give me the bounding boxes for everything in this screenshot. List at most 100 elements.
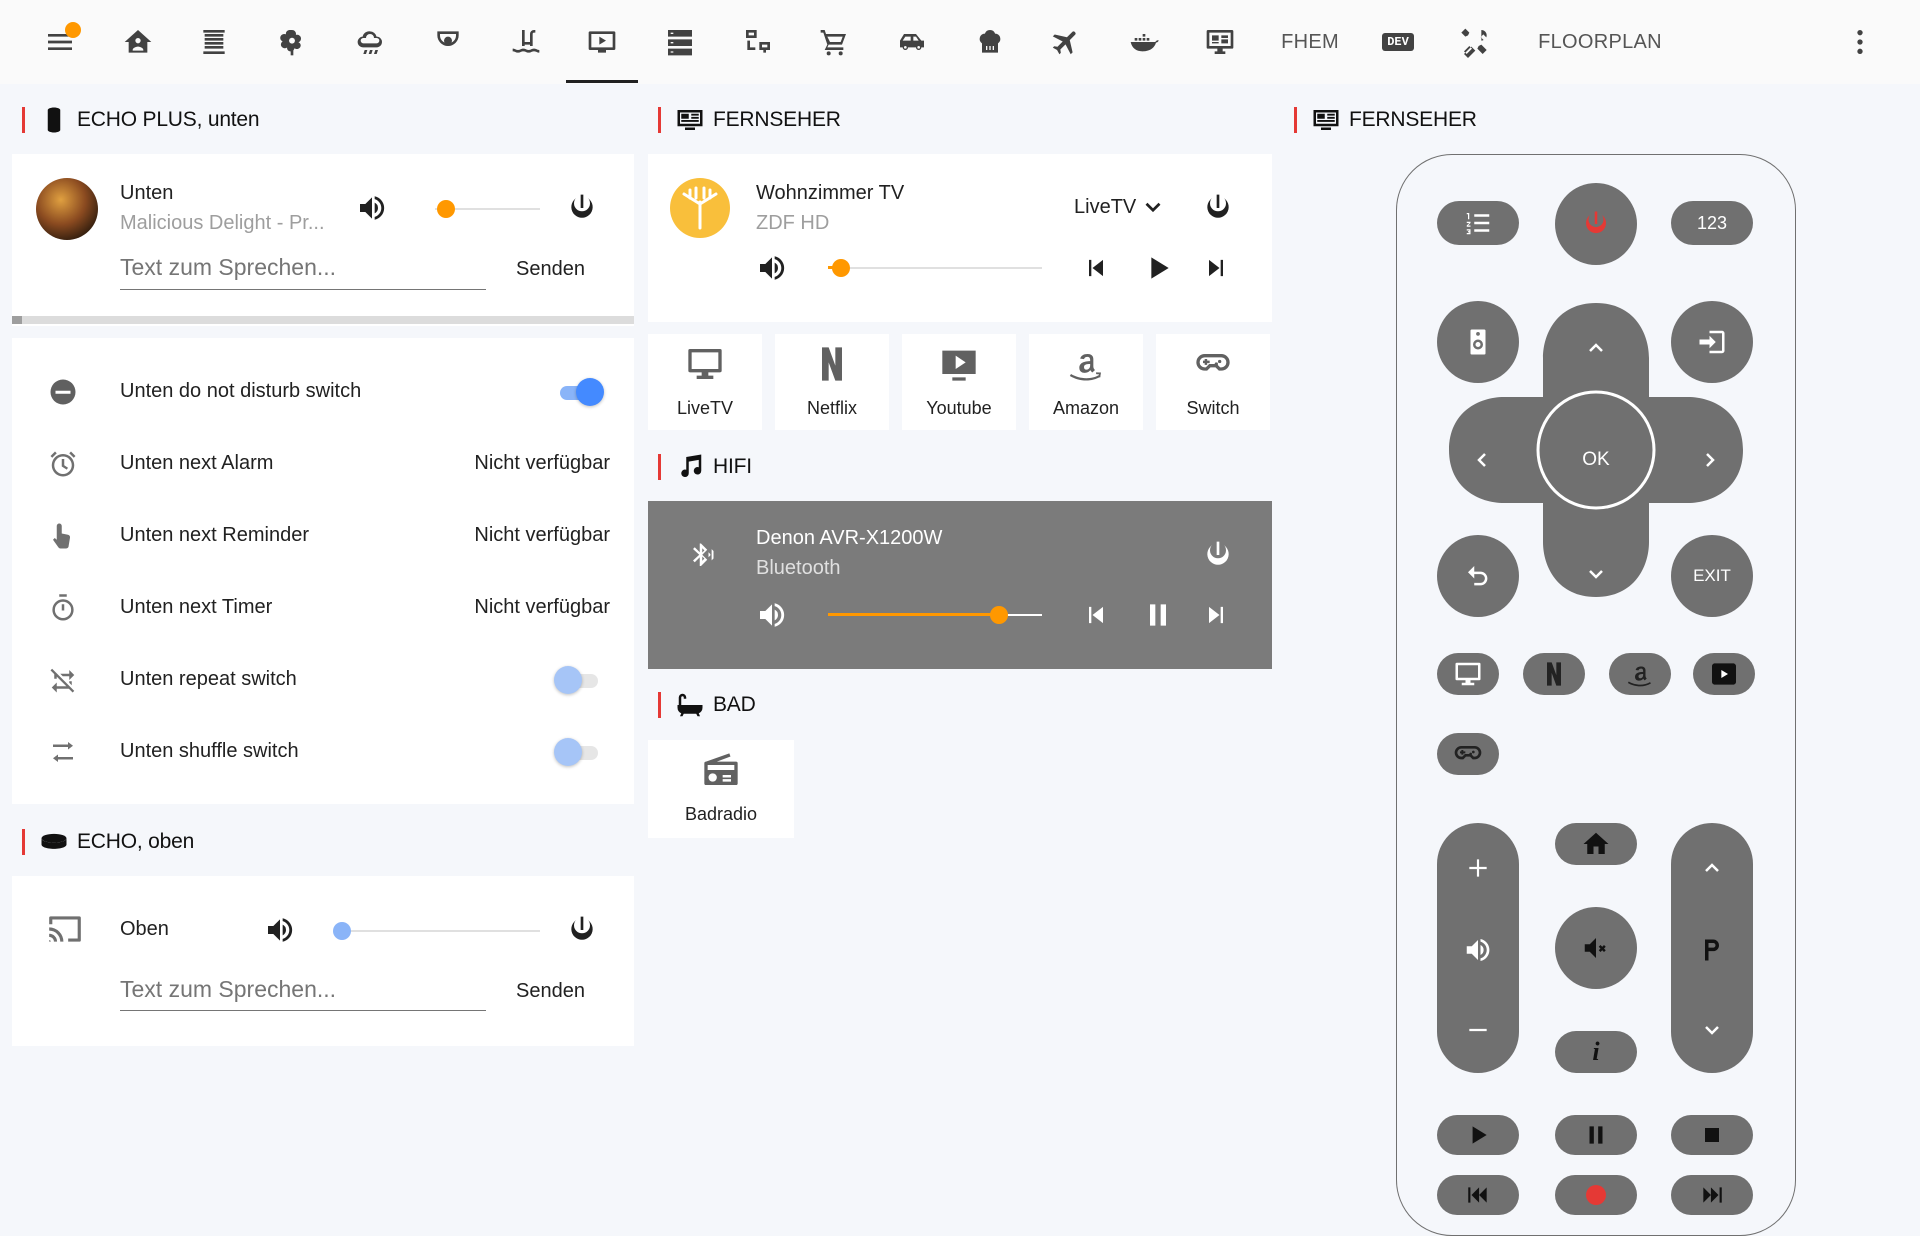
section-accent [658, 692, 661, 718]
volume-icon[interactable] [264, 914, 296, 946]
remote-play-button[interactable] [1437, 1115, 1519, 1155]
dev-tab[interactable]: DEV [1374, 0, 1422, 84]
home-button[interactable] [1555, 823, 1637, 865]
power-icon[interactable] [1202, 539, 1234, 571]
progress-bar [12, 316, 634, 324]
shortcut-netflix[interactable]: Netflix [775, 334, 889, 430]
channel-up-button[interactable] [1689, 845, 1735, 891]
remote-record-button[interactable] [1555, 1175, 1637, 1215]
entity-name: Unten next Alarm [120, 452, 274, 474]
antenna-logo-icon [670, 178, 730, 238]
info-button[interactable]: i [1555, 1031, 1637, 1073]
network-icon[interactable] [734, 0, 782, 84]
skip-previous-icon[interactable] [1082, 601, 1110, 629]
volume-icon[interactable] [756, 252, 788, 284]
volume-down-button[interactable] [1455, 1007, 1501, 1053]
pause-icon[interactable] [1142, 599, 1174, 631]
power-icon[interactable] [566, 192, 598, 224]
tts-input-underline [120, 1010, 486, 1011]
remote-rewind-button[interactable] [1437, 1175, 1519, 1215]
pool-icon[interactable] [502, 0, 550, 84]
remote-stop-button[interactable] [1671, 1115, 1753, 1155]
fhem-tab[interactable]: FHEM [1270, 0, 1350, 84]
home-account-icon[interactable] [114, 0, 162, 84]
send-button[interactable]: Senden [516, 258, 585, 281]
stop-icon [1705, 1128, 1719, 1142]
play-icon[interactable] [1142, 252, 1174, 284]
entity-name: Unten do not disturb switch [120, 380, 362, 402]
gamepad-icon [1454, 746, 1482, 760]
remote-pause-button[interactable] [1555, 1115, 1637, 1155]
remote-youtube-button[interactable] [1693, 653, 1755, 695]
weather-icon[interactable] [346, 0, 394, 84]
remote-livetv-button[interactable] [1437, 653, 1499, 695]
remote-amazon-button[interactable] [1609, 653, 1671, 695]
slider-knob[interactable] [333, 922, 352, 940]
floorplan-tab[interactable]: FLOORPLAN [1530, 0, 1670, 84]
airplane-icon[interactable] [1042, 0, 1090, 84]
monitor-dashboard-icon[interactable] [1196, 0, 1244, 84]
menu-list-button[interactable] [1437, 201, 1519, 245]
television-play-icon[interactable] [578, 0, 626, 84]
hifi-section-title: HIFI [658, 447, 752, 487]
track-title: Malicious Delight - Pr... [120, 212, 325, 234]
blinds-icon[interactable] [190, 0, 238, 84]
shortcut-youtube[interactable]: Youtube [902, 334, 1016, 430]
shortcut-livetv[interactable]: LiveTV [648, 334, 762, 430]
dpad-up-button[interactable] [1579, 331, 1613, 365]
slider-knob[interactable] [990, 606, 1009, 624]
volume-label [1455, 927, 1501, 973]
more-vert-icon[interactable] [1838, 0, 1882, 84]
docker-icon[interactable] [1120, 0, 1168, 84]
power-icon[interactable] [566, 914, 598, 946]
mute-button[interactable] [1555, 907, 1637, 989]
channel-name: ZDF HD [756, 212, 830, 234]
ok-button[interactable]: OK [1542, 406, 1650, 514]
dpad-down-button[interactable] [1579, 557, 1613, 591]
volume-icon[interactable] [756, 599, 788, 631]
dpad-left-button[interactable] [1465, 443, 1499, 477]
skip-previous-icon[interactable] [1082, 254, 1110, 282]
skip-next-icon[interactable] [1202, 254, 1230, 282]
security-camera-icon[interactable] [424, 0, 472, 84]
slider-knob[interactable] [831, 259, 850, 277]
entity-value: Nicht verfügbar [474, 452, 610, 474]
skip-next-icon[interactable] [1202, 601, 1230, 629]
dnd-toggle[interactable] [554, 378, 604, 406]
menu-icon[interactable] [36, 0, 84, 84]
remote-forward-button[interactable] [1671, 1175, 1753, 1215]
shortcut-badradio[interactable]: Badradio [648, 740, 794, 838]
volume-icon[interactable] [356, 192, 388, 224]
tts-input[interactable]: Text zum Sprechen... [120, 976, 336, 1003]
chevron-down-icon [1145, 202, 1161, 213]
chevron-right-icon [1706, 453, 1715, 467]
source-select[interactable]: LiveTV [1074, 194, 1166, 220]
slider-knob[interactable] [436, 200, 455, 218]
car-icon[interactable] [888, 0, 936, 84]
send-button[interactable]: Senden [516, 980, 585, 1003]
echo-dot-icon [41, 833, 67, 849]
chef-hat-icon[interactable] [966, 0, 1014, 84]
tts-input[interactable]: Text zum Sprechen... [120, 254, 336, 281]
channel-down-button[interactable] [1689, 1007, 1735, 1053]
volume-up-button[interactable] [1455, 845, 1501, 891]
numpad-button[interactable]: 123 [1671, 201, 1753, 245]
remote-switch-button[interactable] [1437, 733, 1499, 775]
remote-power-button[interactable] [1555, 183, 1637, 265]
flower-icon[interactable] [268, 0, 316, 84]
tv-player-card: Wohnzimmer TV ZDF HD LiveTV [648, 154, 1272, 322]
exit-button[interactable]: EXIT [1671, 535, 1753, 617]
tools-icon[interactable] [1452, 0, 1500, 84]
server-icon[interactable] [656, 0, 704, 84]
cart-icon[interactable] [810, 0, 858, 84]
repeat-toggle[interactable] [554, 666, 604, 694]
entity-row-repeat: Unten repeat switch [12, 644, 634, 716]
shuffle-toggle[interactable] [554, 738, 604, 766]
shortcut-amazon[interactable]: Amazon [1029, 334, 1143, 430]
back-button[interactable] [1437, 535, 1519, 617]
source-value: LiveTV [1074, 195, 1137, 218]
remote-netflix-button[interactable] [1523, 653, 1585, 695]
power-icon[interactable] [1202, 192, 1234, 224]
shortcut-switch[interactable]: Switch [1156, 334, 1270, 430]
dpad-right-button[interactable] [1693, 443, 1727, 477]
